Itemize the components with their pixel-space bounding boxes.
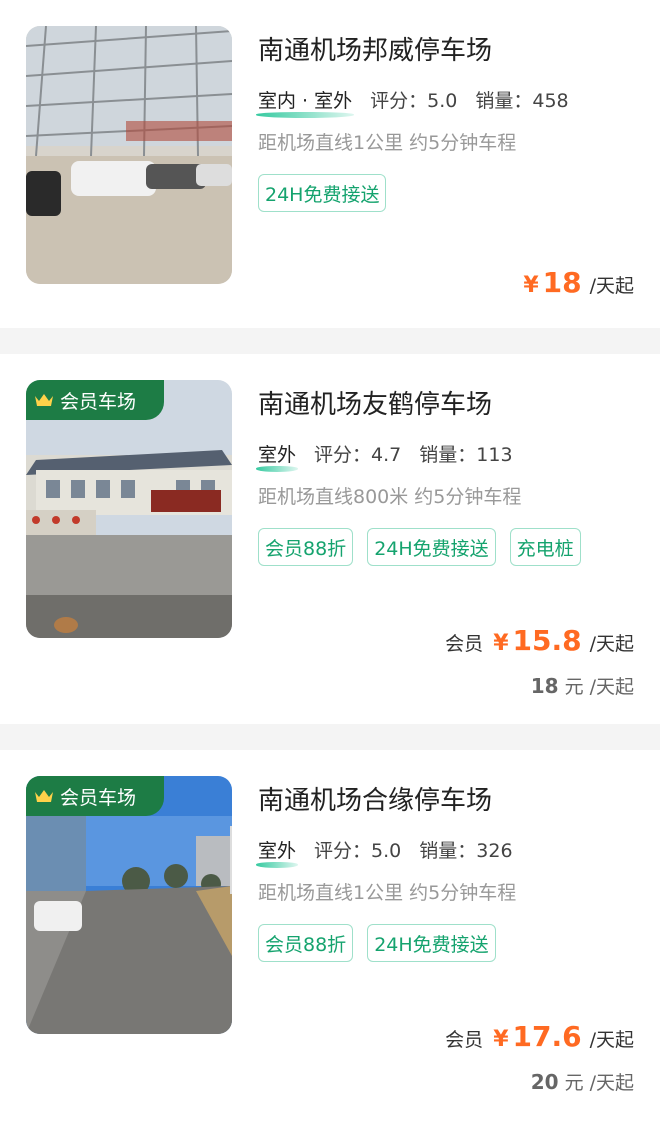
lot-type: 室内 · 室外 — [255, 86, 355, 118]
parking-lot-card[interactable]: 会员车场 南通机场合缘停车场 室外 评分：5.0 销量：326 距机场直线1公里… — [0, 750, 660, 1122]
member-lot-badge-label: 会员车场 — [60, 786, 137, 809]
member-lot-badge: 会员车场 — [26, 380, 164, 420]
original-price-amount: 18 — [530, 674, 559, 698]
tag-member-discount: 会员88折 — [258, 924, 354, 962]
currency-symbol: ¥ — [523, 273, 539, 298]
lot-tags: 24H免费接送 — [258, 174, 638, 212]
lot-sales: 销量：113 — [419, 444, 513, 466]
lot-rating: 评分：4.7 — [314, 444, 402, 466]
crown-icon — [35, 394, 53, 406]
lot-distance: 距机场直线800米 约5分钟车程 — [258, 486, 522, 508]
member-price: 会员 ¥ 17.6 /天起 — [445, 1020, 634, 1053]
price-amount: 18 — [542, 266, 582, 299]
lot-type: 室外 — [255, 836, 299, 868]
lot-distance: 距机场直线1公里 约5分钟车程 — [258, 132, 517, 154]
lot-name: 南通机场合缘停车场 — [258, 786, 493, 816]
lot-sales: 销量：458 — [475, 90, 569, 112]
lot-rating: 评分：5.0 — [370, 90, 458, 112]
parking-lot-card[interactable]: 会员车场 南通机场友鹤停车场 室外 评分：4.7 销量：113 距机场直线800… — [0, 354, 660, 724]
currency-symbol: ¥ — [493, 1027, 509, 1052]
lot-name: 南通机场邦威停车场 — [258, 36, 493, 66]
price: ¥ 18 /天起 — [523, 266, 634, 299]
member-label: 会员 — [445, 633, 484, 655]
original-price-unit: /天起 — [589, 1072, 634, 1094]
member-lot-badge: 会员车场 — [26, 776, 164, 816]
currency-symbol: ¥ — [493, 631, 509, 656]
tag-shuttle: 24H免费接送 — [367, 924, 496, 962]
lot-rating: 评分：5.0 — [314, 840, 402, 862]
tag-charging: 充电桩 — [509, 528, 581, 566]
lot-tags: 会员88折 24H免费接送 — [258, 924, 638, 962]
member-lot-badge-label: 会员车场 — [60, 390, 137, 413]
original-price: 18 元 /天起 — [531, 672, 634, 699]
lot-distance: 距机场直线1公里 约5分钟车程 — [258, 882, 517, 904]
price-unit: /天起 — [589, 275, 634, 297]
price-amount: 15.8 — [512, 624, 582, 657]
member-label: 会员 — [445, 1029, 484, 1051]
lot-meta: 室外 评分：5.0 销量：326 — [255, 836, 513, 868]
original-price-amount: 20 — [530, 1070, 559, 1094]
lot-meta: 室外 评分：4.7 销量：113 — [255, 440, 513, 472]
lot-tags: 会员88折 24H免费接送 充电桩 — [258, 528, 638, 566]
tag-shuttle: 24H免费接送 — [258, 174, 387, 212]
tag-shuttle: 24H免费接送 — [367, 528, 496, 566]
price-unit: /天起 — [589, 1029, 634, 1051]
original-price: 20 元 /天起 — [531, 1068, 634, 1095]
original-price-unit: /天起 — [589, 676, 634, 698]
lot-sales: 销量：326 — [419, 840, 513, 862]
parking-lot-card[interactable]: 南通机场邦威停车场 室内 · 室外 评分：5.0 销量：458 距机场直线1公里… — [0, 0, 660, 328]
lot-meta: 室内 · 室外 评分：5.0 销量：458 — [255, 86, 569, 118]
lot-photo: 会员车场 — [26, 776, 232, 1034]
lot-photo — [26, 26, 232, 284]
original-price-currency: 元 — [564, 676, 584, 698]
original-price-currency: 元 — [564, 1072, 584, 1094]
price-unit: /天起 — [589, 633, 634, 655]
lot-photo: 会员车场 — [26, 380, 232, 638]
tag-member-discount: 会员88折 — [258, 528, 354, 566]
lot-photo-image — [26, 26, 232, 284]
member-price: 会员 ¥ 15.8 /天起 — [445, 624, 634, 657]
price-amount: 17.6 — [512, 1020, 582, 1053]
crown-icon — [35, 790, 53, 802]
lot-type: 室外 — [255, 440, 299, 472]
lot-name: 南通机场友鹤停车场 — [258, 390, 493, 420]
